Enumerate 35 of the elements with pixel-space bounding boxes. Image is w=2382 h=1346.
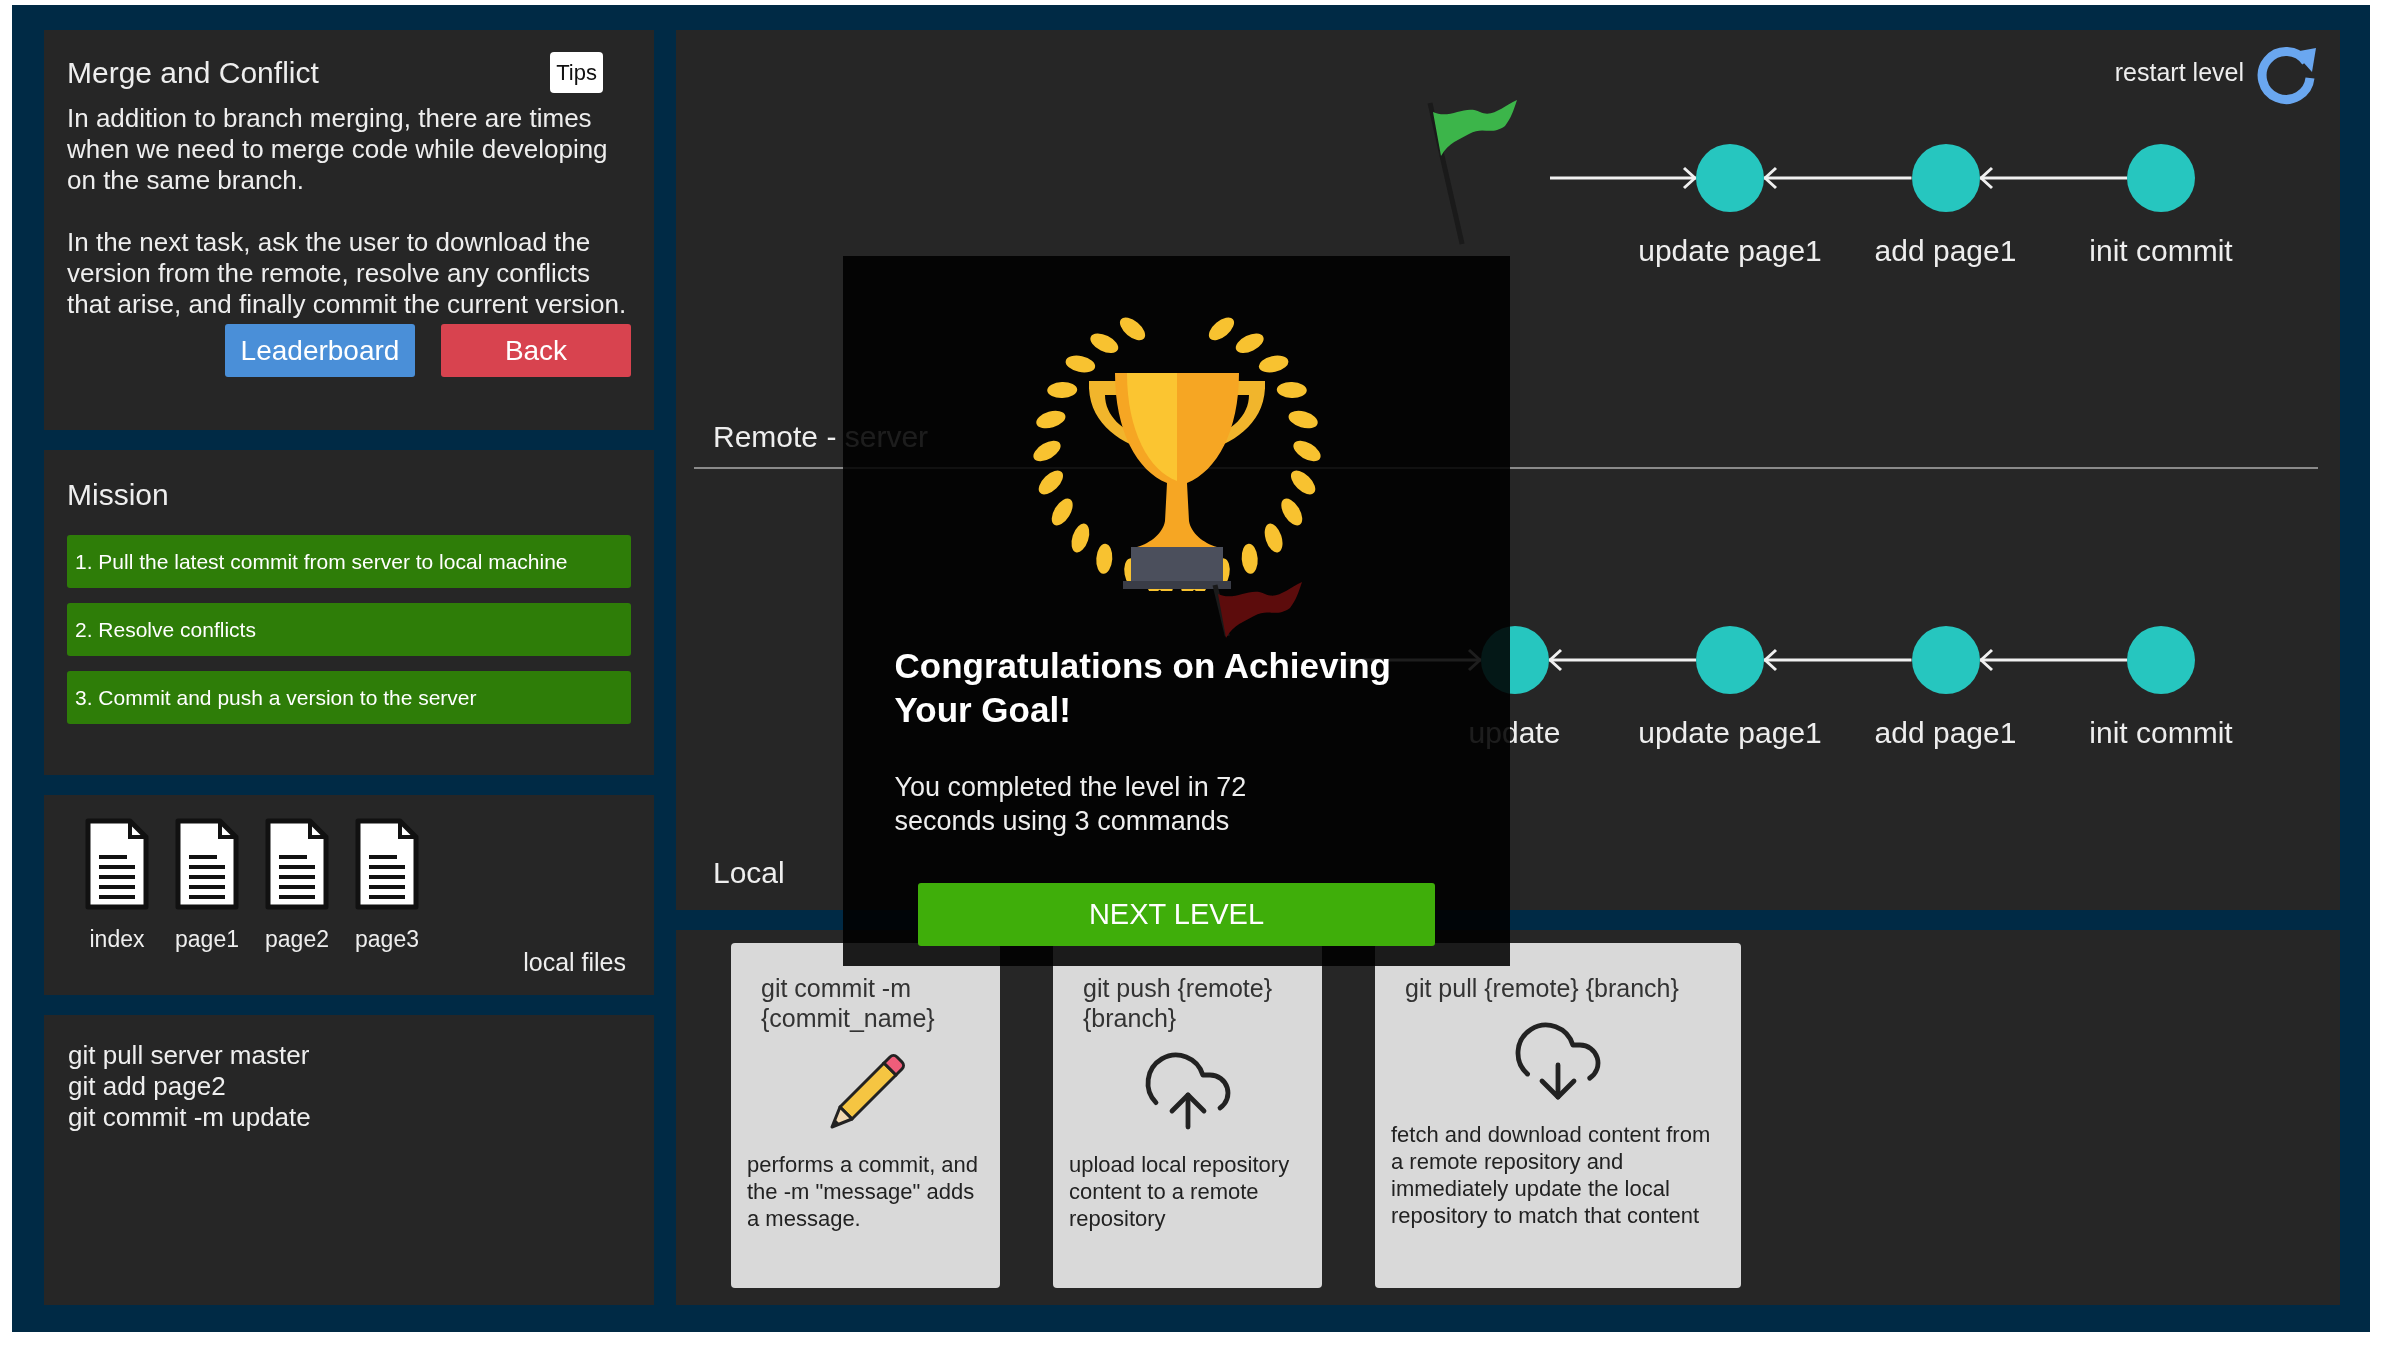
- command-syntax: git pull {remote} {branch}: [1404, 973, 1680, 1003]
- commit-label: init commit: [2089, 715, 2233, 751]
- command-log-line: git commit -m update: [68, 1102, 312, 1133]
- mission-task: 3. Commit and push a version to the server: [67, 671, 631, 724]
- lesson-title: Merge and Conflict: [67, 55, 319, 91]
- commit-label: add page1: [1874, 233, 2017, 269]
- command-card[interactable]: git commit -m {commit_name} performs a commit, and the -m "message" adds a message.: [731, 943, 1000, 1288]
- files-label: local files: [523, 946, 626, 978]
- command-description: performs a commit, and the -m "message" adds a message.: [747, 1151, 980, 1232]
- restart-label[interactable]: restart level: [2114, 54, 2244, 92]
- dialog-title: Congratulations on Achieving Your Goal!: [894, 645, 1392, 731]
- command-card[interactable]: git pull {remote} {branch} fetch and download content from a remote repository and immediately update the local repository to match that content: [1375, 943, 1741, 1288]
- command-description: upload local repository content to a remote repository: [1069, 1151, 1291, 1232]
- file-label[interactable]: page3: [355, 922, 419, 957]
- file-label[interactable]: page2: [265, 922, 329, 957]
- command-description: fetch and download content from a remote repository and immediately update the local repository to match that content: [1391, 1121, 1712, 1229]
- tips-button[interactable]: Tips: [550, 52, 603, 93]
- file-label[interactable]: index: [89, 922, 145, 957]
- commit-label: add page1: [1874, 715, 2017, 751]
- action-button[interactable]: Back: [441, 324, 631, 377]
- file-label[interactable]: page1: [175, 922, 239, 957]
- dialog-message: You completed the level in 72 seconds using 3 commands: [894, 771, 1248, 838]
- command-syntax: git commit -m {commit_name}: [760, 973, 936, 1033]
- command-log-line: git pull server master: [68, 1040, 311, 1071]
- mission-title: Mission: [67, 477, 170, 513]
- commit-label: init commit: [2089, 233, 2233, 269]
- lesson-paragraph: In addition to branch merging, there are times when we need to merge code while developing on the same branch.: [67, 103, 609, 196]
- command-log-line: git add page2: [68, 1071, 227, 1102]
- mission-task: 1. Pull the latest commit from server to local machine: [67, 535, 631, 588]
- command-syntax: git push {remote} {branch}: [1082, 973, 1273, 1033]
- local-label: Local: [713, 855, 785, 891]
- commit-label: update page1: [1638, 233, 1822, 269]
- lesson-paragraph: In the next task, ask the user to download the version from the remote, resolve any conflicts that arise, and finally commit the current version.: [67, 227, 628, 320]
- commit-label: update page1: [1638, 715, 1822, 751]
- mission-task: 2. Resolve conflicts: [67, 603, 631, 656]
